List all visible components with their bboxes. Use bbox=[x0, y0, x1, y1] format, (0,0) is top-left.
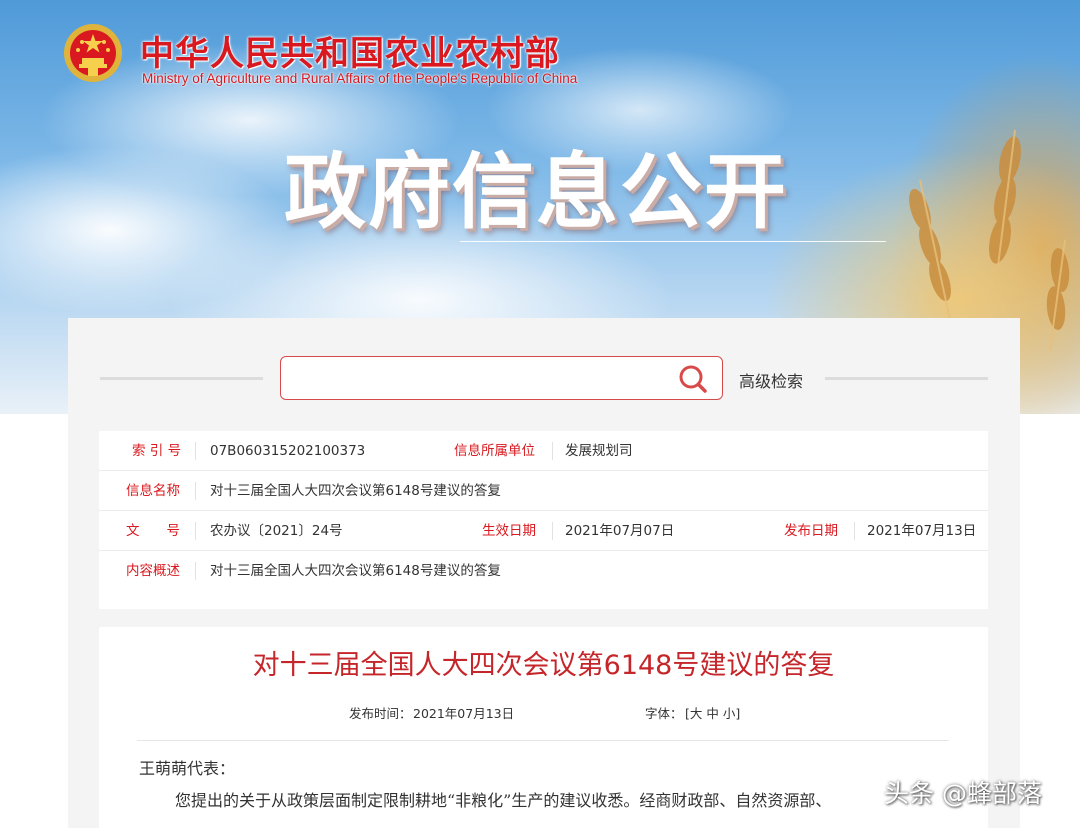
font-medium-button[interactable]: 中 bbox=[706, 706, 719, 721]
main-panel: 高级检索 索 引 号 07B060315202100373 信息所属单位 发展规… bbox=[68, 318, 1020, 828]
publish-time-label: 发布时间： bbox=[349, 706, 412, 721]
column-divider bbox=[854, 522, 855, 540]
effective-date-label: 生效日期 bbox=[482, 523, 536, 539]
info-row-name: 信息名称 对十三届全国人大四次会议第6148号建议的答复 bbox=[99, 471, 988, 511]
column-divider bbox=[195, 482, 196, 500]
unit-value: 发展规划司 bbox=[565, 443, 633, 459]
search-bar bbox=[280, 356, 723, 400]
summary-value: 对十三届全国人大四次会议第6148号建议的答复 bbox=[210, 563, 501, 579]
search-input[interactable] bbox=[291, 363, 661, 393]
effective-date-value: 2021年07月07日 bbox=[565, 523, 675, 539]
column-divider bbox=[195, 442, 196, 460]
publish-date-label: 发布日期 bbox=[784, 523, 838, 539]
column-divider bbox=[552, 522, 553, 540]
info-row-index: 索 引 号 07B060315202100373 信息所属单位 发展规划司 bbox=[99, 431, 988, 471]
name-label: 信息名称 bbox=[126, 483, 180, 499]
national-emblem-icon bbox=[64, 24, 122, 82]
column-divider bbox=[195, 562, 196, 580]
info-row-doc: 文 号 农办议〔2021〕24号 生效日期 2021年07月07日 发布日期 2… bbox=[99, 511, 988, 551]
publish-time-value: 2021年07月13日 bbox=[413, 706, 515, 721]
publish-date-value: 2021年07月13日 bbox=[867, 523, 977, 539]
advanced-search-link[interactable]: 高级检索 bbox=[739, 368, 803, 392]
search-divider-right bbox=[825, 377, 988, 380]
font-large-button[interactable]: 大 bbox=[690, 706, 703, 721]
search-icon[interactable] bbox=[678, 364, 708, 394]
search-divider-left bbox=[100, 377, 263, 380]
ministry-name-cn[interactable]: 中华人民共和国农业农村部 bbox=[140, 26, 560, 75]
name-value: 对十三届全国人大四次会议第6148号建议的答复 bbox=[210, 483, 501, 499]
banner-title: 政府信息公开 bbox=[284, 145, 789, 240]
doc-number-label: 文 号 bbox=[126, 523, 180, 539]
article-body-paragraph: 您提出的关于从政策层面制定限制耕地“非粮化”生产的建议收悉。经商财政部、自然资源… bbox=[175, 791, 832, 810]
unit-label: 信息所属单位 bbox=[454, 443, 535, 459]
ministry-name-en[interactable]: Ministry of Agriculture and Rural Affair… bbox=[142, 71, 577, 86]
document-info-table: 索 引 号 07B060315202100373 信息所属单位 发展规划司 信息… bbox=[99, 431, 988, 609]
column-divider bbox=[552, 442, 553, 460]
article-divider bbox=[137, 740, 949, 741]
doc-number-value: 农办议〔2021〕24号 bbox=[210, 523, 343, 539]
article: 对十三届全国人大四次会议第6148号建议的答复 发布时间： 2021年07月13… bbox=[99, 627, 988, 828]
font-size-control: [大 中 小] bbox=[685, 703, 740, 722]
font-size-label: 字体： bbox=[645, 706, 683, 721]
watermark: 头条 @蜂部落 bbox=[884, 779, 1042, 808]
salutation: 王萌萌代表： bbox=[139, 759, 236, 778]
font-small-button[interactable]: 小 bbox=[723, 706, 736, 721]
banner-divider bbox=[460, 241, 886, 242]
column-divider bbox=[195, 522, 196, 540]
index-value: 07B060315202100373 bbox=[210, 443, 366, 459]
info-row-summary: 内容概述 对十三届全国人大四次会议第6148号建议的答复 bbox=[99, 551, 988, 609]
index-label: 索 引 号 bbox=[132, 443, 182, 459]
font-bracket-close: ] bbox=[735, 706, 741, 721]
article-title: 对十三届全国人大四次会议第6148号建议的答复 bbox=[252, 650, 835, 681]
summary-label: 内容概述 bbox=[126, 563, 180, 579]
